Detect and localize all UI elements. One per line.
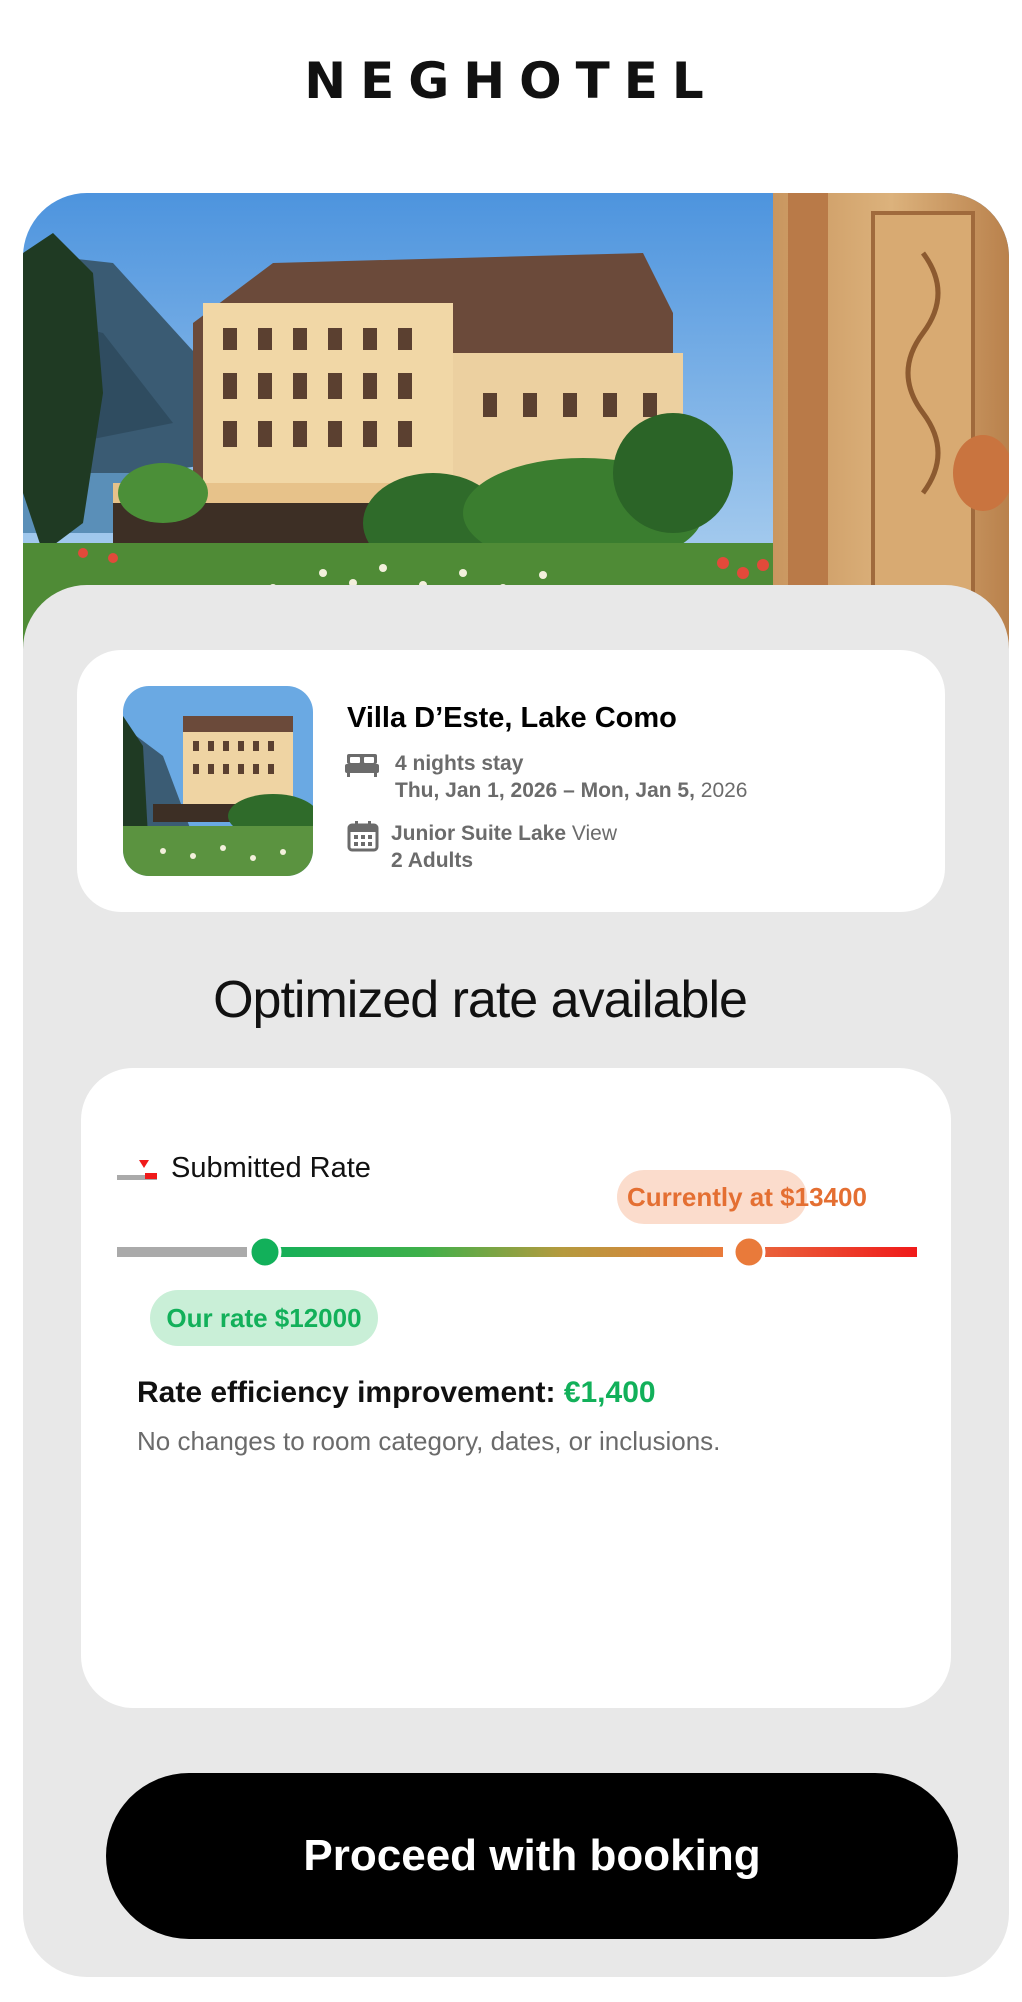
room-details: Junior Suite Lake View 2 Adults [391, 820, 617, 874]
our-rate-badge: Our rate $12000 [150, 1290, 378, 1346]
rate-note: No changes to room category, dates, or i… [137, 1426, 721, 1456]
slider-track-range [263, 1247, 723, 1257]
our-rate-marker [248, 1235, 282, 1269]
submitted-rate-icon [117, 1158, 157, 1187]
slider-track-over [765, 1247, 917, 1257]
room-type-text: Junior Suite Lake View [391, 822, 618, 845]
guests-text: 2 Adults [391, 849, 474, 872]
bed-icon [345, 752, 379, 783]
slider-track-base [117, 1247, 247, 1257]
improvement-value: €1,400 [563, 1376, 656, 1409]
brand-logo: NEGHOTEL [304, 52, 718, 110]
section-title: Optimized rate available [213, 971, 748, 1029]
submitted-rate-label: Submitted Rate [171, 1152, 371, 1184]
hero-image [23, 193, 1009, 653]
booking-summary-card: Villa D’Este, Lake Como 4 nights stay Th… [77, 650, 945, 912]
current-rate-marker [732, 1235, 766, 1269]
hotel-thumbnail [123, 686, 313, 876]
stay-details: 4 nights stay Thu, Jan 1, 2026 – Mon, Ja… [395, 750, 748, 804]
rate-improvement: Rate efficiency improvement: €1,400 [137, 1376, 656, 1410]
improvement-label: Rate efficiency improvement: [137, 1376, 556, 1409]
current-rate-badge: Currently at $13400 [617, 1170, 867, 1224]
hotel-name: Villa D’Este, Lake Como [347, 702, 677, 734]
calendar-icon [347, 820, 379, 857]
rate-card: Submitted Rate Currently at $13400 Our r… [81, 1068, 951, 1708]
nights-text: 4 nights stay [395, 752, 524, 775]
dates-text: Thu, Jan 1, 2026 – Mon, Jan 5, 2026 [395, 779, 748, 802]
rate-slider [117, 1235, 917, 1269]
proceed-booking-button[interactable]: Proceed with booking [106, 1773, 958, 1939]
